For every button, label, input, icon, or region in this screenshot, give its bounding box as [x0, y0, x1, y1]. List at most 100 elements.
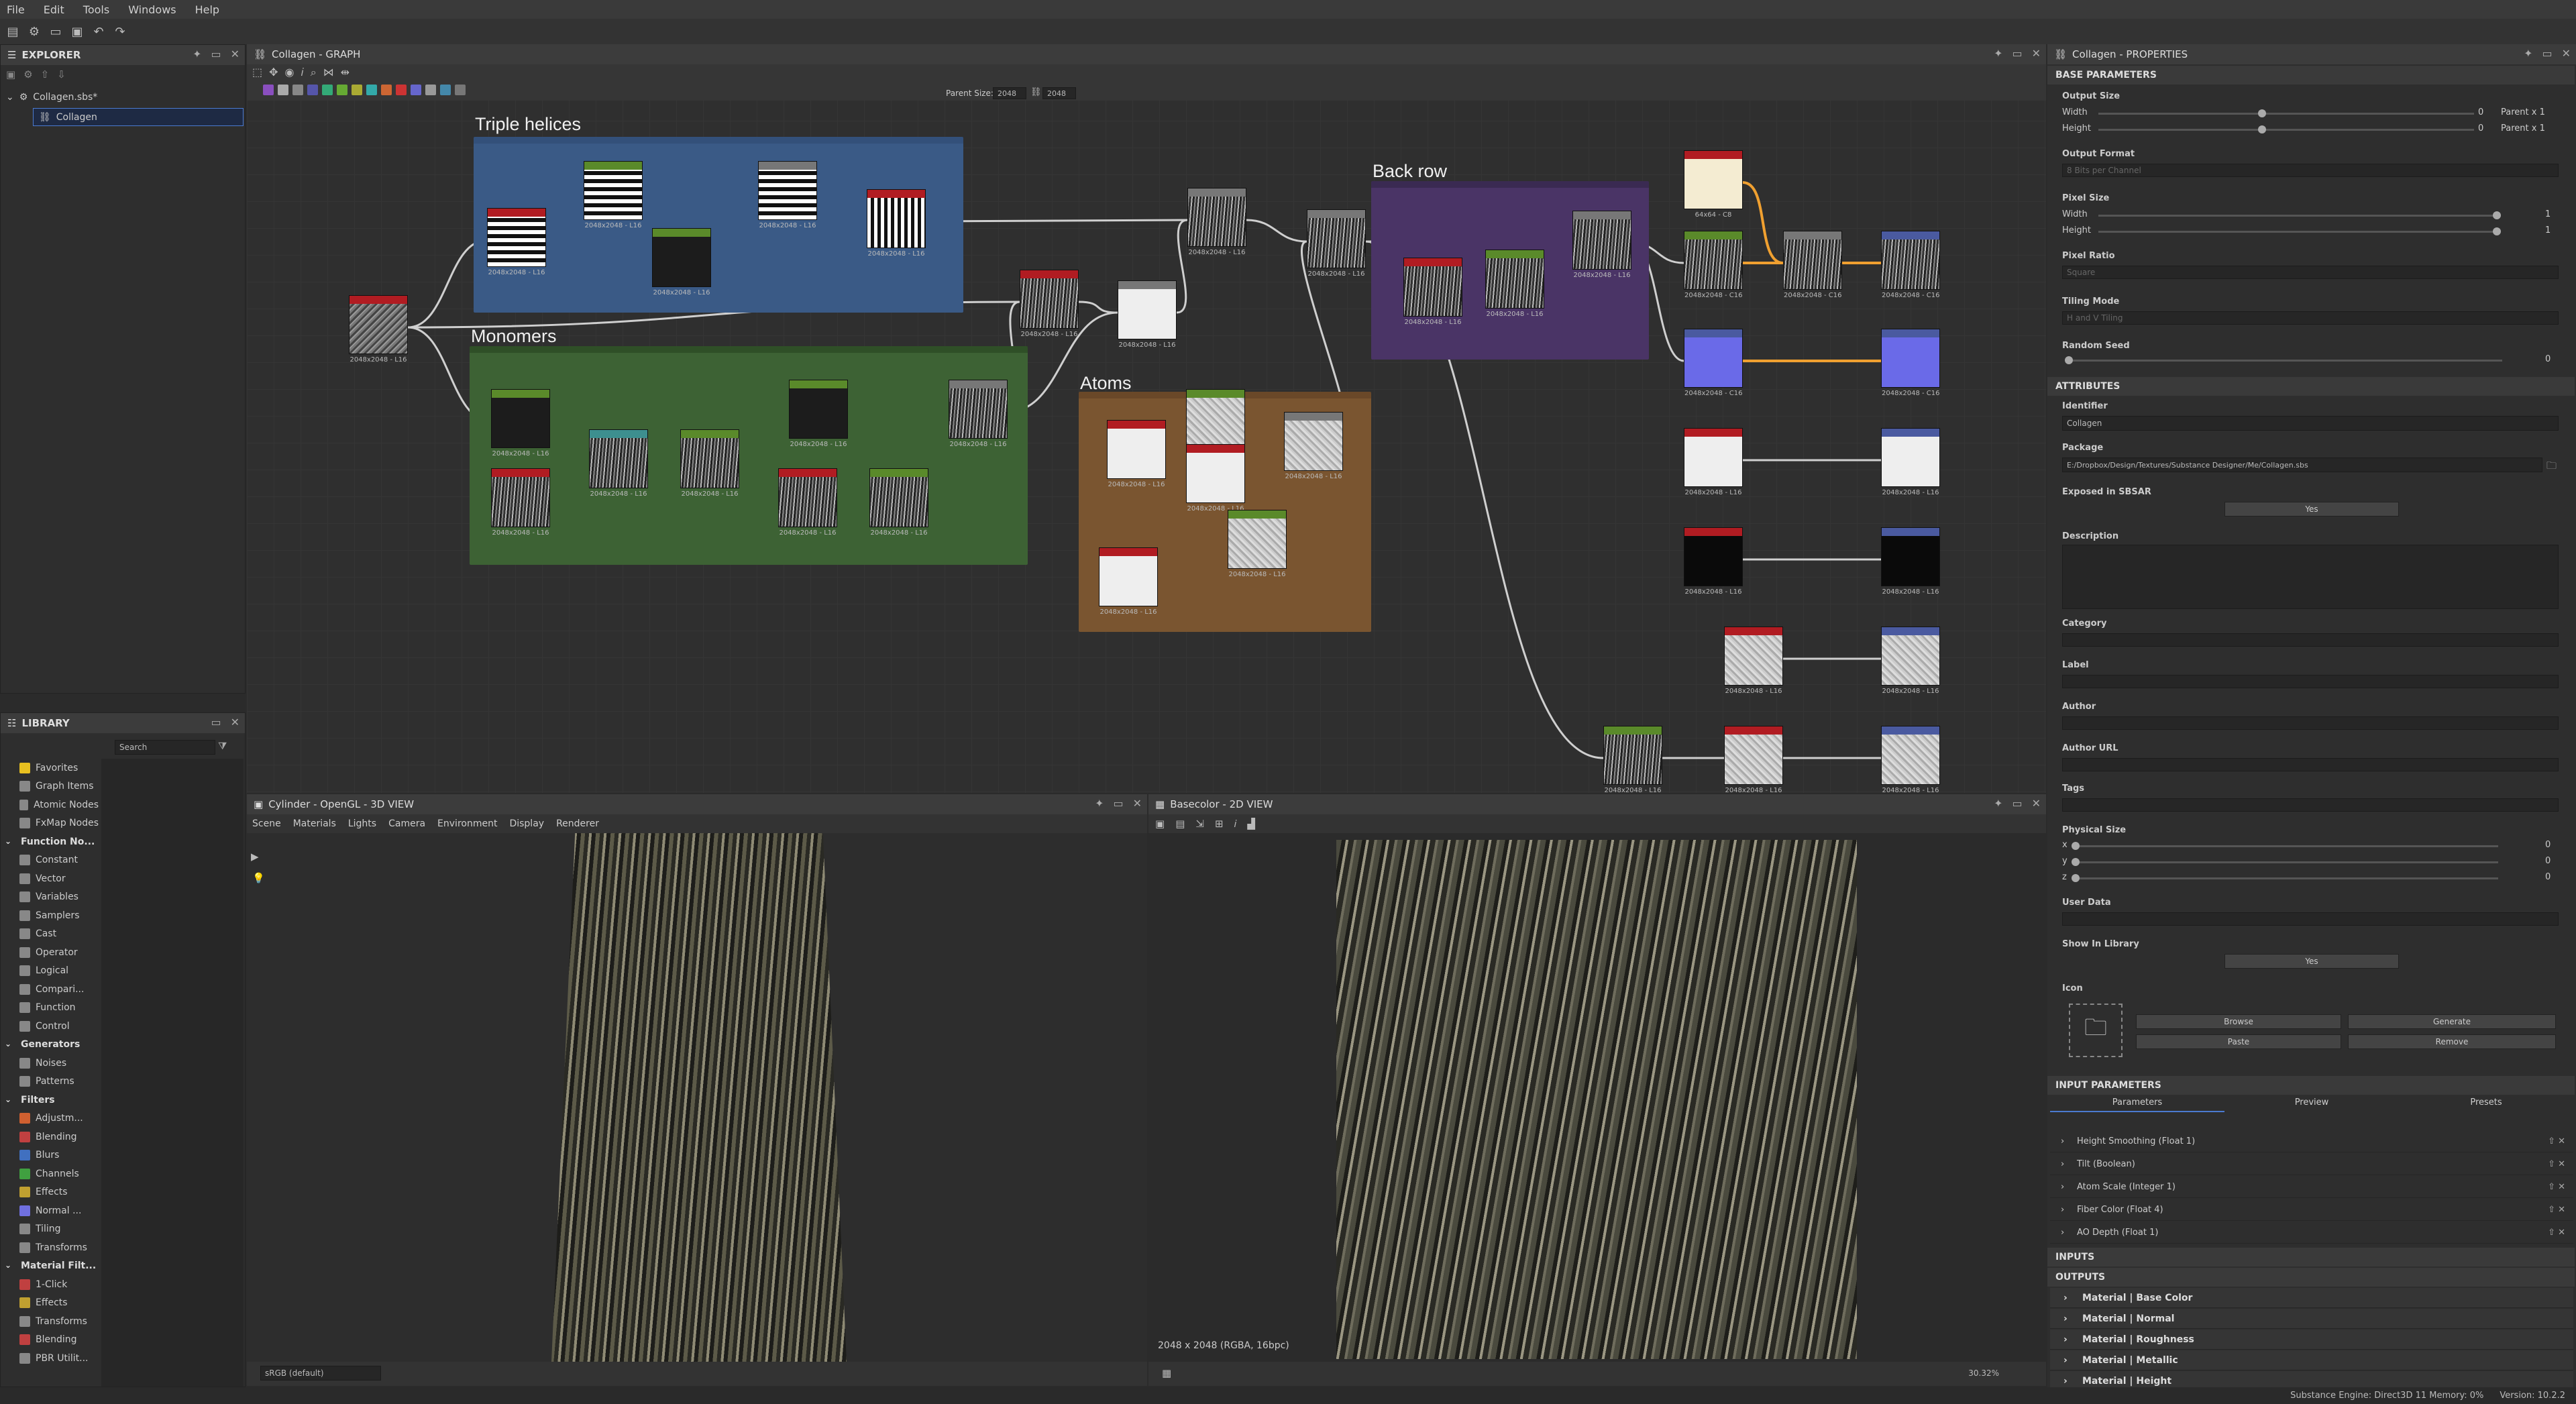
- input-param-row[interactable]: › Height Smoothing (Float 1) ⇧ ✕: [2050, 1131, 2573, 1152]
- graph-wire[interactable]: [1176, 219, 1188, 314]
- graph-node[interactable]: 2048x2048 - L16: [487, 208, 546, 276]
- param-actions-icon[interactable]: ⇧ ✕: [2548, 1205, 2565, 1215]
- graph-node[interactable]: 2048x2048 - L16: [491, 468, 550, 537]
- pixel-width-slider[interactable]: [2098, 215, 2501, 217]
- node-transform-icon[interactable]: [455, 85, 466, 95]
- close-icon[interactable]: ✕: [2032, 47, 2041, 60]
- graph-node[interactable]: 2048x2048 - L16: [584, 161, 643, 229]
- graph-node[interactable]: 2048x2048 - L16: [778, 468, 837, 537]
- param-actions-icon[interactable]: ⇧ ✕: [2548, 1136, 2565, 1146]
- physical-y-slider[interactable]: [2076, 861, 2498, 863]
- view3d-viewport[interactable]: ▶ 💡: [247, 833, 1147, 1362]
- chevron-right-icon[interactable]: ›: [2061, 1182, 2064, 1192]
- graph-node[interactable]: 2048x2048 - C16: [1881, 329, 1940, 397]
- tab-preview[interactable]: Preview: [2224, 1095, 2399, 1112]
- graph-node[interactable]: 2048x2048 - L16: [1307, 209, 1366, 278]
- library-item[interactable]: ⌄ Generators: [1, 1036, 99, 1055]
- pixel-ratio-select[interactable]: Square: [2062, 266, 2559, 279]
- view2d-tile-icon[interactable]: ⊞: [1215, 818, 1224, 830]
- view2d-save-icon[interactable]: ▣: [1155, 818, 1165, 830]
- node-gradient-icon[interactable]: [381, 85, 392, 95]
- graph-node[interactable]: 2048x2048 - L16: [1228, 510, 1287, 578]
- graph-node[interactable]: 2048x2048 - L16: [1724, 726, 1783, 793]
- close-icon[interactable]: ✕: [2032, 797, 2041, 810]
- menu-file[interactable]: File: [7, 3, 25, 16]
- float-icon[interactable]: ▭: [2012, 797, 2022, 810]
- channels-icon[interactable]: ▦: [1162, 1367, 1171, 1379]
- close-icon[interactable]: ✕: [231, 716, 239, 728]
- identifier-input[interactable]: Collagen: [2062, 416, 2559, 431]
- expand-icon[interactable]: ⌄: [6, 92, 14, 103]
- float-icon[interactable]: ▭: [2542, 47, 2552, 60]
- graph-node[interactable]: 2048x2048 - L16: [491, 389, 550, 457]
- node-levels-icon[interactable]: [322, 85, 333, 95]
- label-input[interactable]: [2062, 675, 2559, 688]
- graph-node[interactable]: 2048x2048 - L16: [1603, 726, 1662, 793]
- pin-icon[interactable]: ✦: [1994, 47, 2002, 60]
- folder-icon[interactable]: 🗀: [2546, 459, 2557, 476]
- library-item[interactable]: ⌄ Function No...: [1, 832, 99, 851]
- float-icon[interactable]: ▭: [211, 716, 221, 728]
- pin-icon[interactable]: ✦: [193, 48, 201, 60]
- chevron-right-icon[interactable]: ›: [2063, 1334, 2068, 1345]
- output-format-select[interactable]: 8 Bits per Channel: [2062, 164, 2559, 177]
- library-item[interactable]: Effects: [1, 1294, 99, 1313]
- save-icon[interactable]: ▣: [70, 24, 85, 39]
- move-icon[interactable]: ✥: [269, 66, 278, 79]
- graph-node[interactable]: 2048x2048 - L16: [589, 429, 648, 498]
- section-inputs[interactable]: INPUTS: [2047, 1248, 2575, 1266]
- graph-node[interactable]: 2048x2048 - L16: [1118, 280, 1177, 349]
- param-actions-icon[interactable]: ⇧ ✕: [2548, 1182, 2565, 1192]
- graph-node[interactable]: 2048x2048 - L16: [869, 468, 928, 537]
- tiling-mode-select[interactable]: H and V Tiling: [2062, 311, 2559, 325]
- align-icon[interactable]: ⇹: [341, 66, 350, 79]
- library-item[interactable]: Samplers: [1, 906, 99, 925]
- connect-icon[interactable]: ⋈: [323, 66, 334, 79]
- view2d-info-icon[interactable]: 𝑖: [1234, 818, 1237, 830]
- library-item[interactable]: Favorites: [1, 759, 99, 777]
- chevron-right-icon[interactable]: ›: [2061, 1159, 2064, 1169]
- graph-node[interactable]: 2048x2048 - L16: [1186, 444, 1245, 512]
- parent-size-height[interactable]: 2048: [1042, 87, 1076, 99]
- pixel-height-slider[interactable]: [2098, 231, 2501, 233]
- library-item[interactable]: Channels: [1, 1165, 99, 1183]
- node-warp-icon[interactable]: [425, 85, 436, 95]
- physical-z-slider[interactable]: [2076, 877, 2498, 879]
- output-row[interactable]: › Material | Base Color: [2050, 1288, 2573, 1308]
- graph-node[interactable]: 2048x2048 - L16: [1485, 250, 1544, 318]
- explorer-save-icon[interactable]: ▣: [6, 68, 15, 80]
- library-item[interactable]: Effects: [1, 1183, 99, 1202]
- view3d-menu-lights[interactable]: Lights: [348, 818, 376, 829]
- graph-node[interactable]: 2048x2048 - L16: [349, 295, 408, 364]
- graph-node[interactable]: 2048x2048 - L16: [1881, 627, 1940, 695]
- section-outputs[interactable]: OUTPUTS: [2047, 1268, 2575, 1287]
- explorer-down-icon[interactable]: ⇩: [57, 68, 66, 80]
- info-icon[interactable]: 𝑖: [301, 66, 304, 79]
- chevron-right-icon[interactable]: ›: [2061, 1136, 2064, 1146]
- graph-node[interactable]: 2048x2048 - L16: [680, 429, 739, 498]
- close-icon[interactable]: ✕: [231, 48, 239, 60]
- library-item[interactable]: Transforms: [1, 1312, 99, 1331]
- graph-node[interactable]: 64x64 - C8: [1684, 150, 1743, 219]
- library-item[interactable]: Blurs: [1, 1146, 99, 1165]
- view3d-menu-scene[interactable]: Scene: [252, 818, 281, 829]
- new-package-icon[interactable]: ▤: [5, 24, 20, 39]
- view2d-viewport[interactable]: 2048 x 2048 (RGBA, 16bpc): [1148, 833, 2046, 1362]
- library-item[interactable]: Noises: [1, 1054, 99, 1073]
- graph-node[interactable]: 2048x2048 - C16: [1783, 231, 1842, 299]
- library-item[interactable]: Compari...: [1, 980, 99, 999]
- view3d-menu-environment[interactable]: Environment: [437, 818, 497, 829]
- chevron-right-icon[interactable]: ›: [2063, 1313, 2068, 1324]
- redo-icon[interactable]: ↷: [113, 24, 127, 39]
- chevron-right-icon[interactable]: ›: [2063, 1376, 2068, 1387]
- library-item[interactable]: Vector: [1, 869, 99, 888]
- view2d-copy-icon[interactable]: ▤: [1175, 818, 1185, 830]
- section-attributes[interactable]: ATTRIBUTES: [2047, 377, 2575, 396]
- link-icon[interactable]: ⛓: [1030, 87, 1042, 97]
- library-item[interactable]: Cast: [1, 925, 99, 944]
- graph-wire[interactable]: [1078, 301, 1118, 314]
- library-item[interactable]: Blending: [1, 1128, 99, 1146]
- library-item[interactable]: Variables: [1, 888, 99, 907]
- output-width-slider[interactable]: [2098, 113, 2474, 115]
- pixel-width-knob[interactable]: [2493, 211, 2501, 219]
